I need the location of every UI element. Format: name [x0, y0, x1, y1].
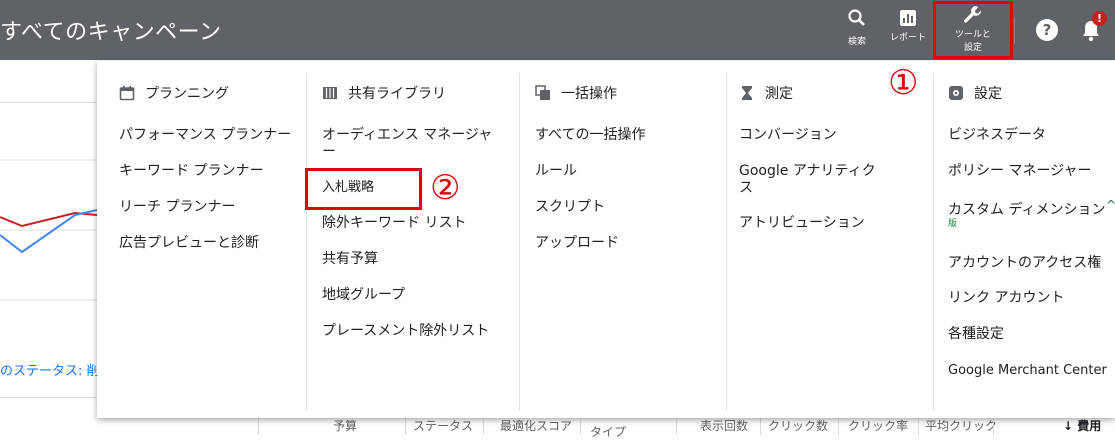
th-cost[interactable]: ↓ 費用	[1063, 417, 1101, 434]
menu-item-google-merchant-center[interactable]: Google Merchant Center	[948, 362, 1107, 379]
measurement-heading-label: 測定	[765, 86, 793, 102]
menu-item-performance-planner[interactable]: パフォーマンス プランナー	[119, 127, 291, 144]
bulk-copy-icon	[535, 85, 550, 100]
search-label: 検索	[847, 37, 866, 47]
reports-button[interactable]: レポート	[885, 0, 931, 60]
library-grid-icon	[323, 87, 337, 99]
menu-item-ad-preview-diagnosis[interactable]: 広告プレビューと診断	[119, 235, 259, 252]
menu-item-scripts[interactable]: スクリプト	[535, 199, 605, 216]
status-link[interactable]: のステータス: 削	[0, 360, 100, 379]
step-one-annotation: ①	[888, 63, 919, 103]
menu-item-attribution[interactable]: アトリビューション	[739, 215, 865, 232]
menu-item-google-analytics-wrap[interactable]: ス	[739, 180, 753, 197]
menu-item-shared-budgets[interactable]: 共有予算	[322, 251, 378, 268]
planning-heading: プランニング	[119, 83, 229, 103]
menu-item-custom-dimensions[interactable]: カスタム ディメンション	[948, 202, 1105, 219]
reports-icon	[900, 10, 916, 26]
settings-heading: 設定	[948, 83, 1002, 103]
menu-item-audience-manager-wrap[interactable]: ー	[322, 144, 336, 161]
background-divider	[0, 397, 97, 398]
bulk-actions-heading: 一括操作	[535, 83, 617, 103]
th-impressions[interactable]: 表示回数	[700, 417, 748, 434]
hourglass-icon	[742, 86, 752, 100]
menu-item-audience-manager[interactable]: オーディエンス マネージャ	[322, 127, 492, 144]
help-icon: ?	[1042, 21, 1052, 39]
beta-arrow-icon: ^	[1106, 198, 1115, 212]
step-two-annotation: ②	[430, 168, 461, 208]
settings-heading-label: 設定	[974, 86, 1002, 102]
menu-column-shared-library: 共有ライブラリ オーディエンス マネージャ ー 入札戦略 除外キーワード リスト…	[307, 61, 519, 411]
tools-highlight-box	[933, 1, 1013, 59]
menu-item-all-bulk-actions[interactable]: すべての一括操作	[535, 127, 645, 144]
menu-item-preferences[interactable]: 各種設定	[948, 326, 1004, 343]
menu-item-policy-manager[interactable]: ポリシー マネージャー	[948, 163, 1091, 180]
menu-column-measurement: 測定 コンバージョン Google アナリティク ス アトリビューション	[727, 61, 933, 411]
topbar-divider	[1014, 18, 1015, 44]
menu-item-uploads[interactable]: アップロード	[535, 235, 619, 252]
th-optimization-score[interactable]: 最適化スコア	[500, 417, 572, 434]
menu-item-account-access[interactable]: アカウントのアクセス権	[948, 255, 1101, 272]
planning-heading-label: プランニング	[145, 86, 229, 102]
menu-item-negative-keyword-lists[interactable]: 除外キーワード リスト	[322, 215, 466, 232]
gear-icon	[949, 86, 963, 100]
page-title: すべてのキャンペーン	[0, 20, 222, 45]
menu-item-linked-accounts[interactable]: リンク アカウント	[948, 290, 1064, 307]
bulk-actions-heading-label: 一括操作	[561, 86, 617, 102]
notifications-button[interactable]: !	[1080, 11, 1107, 43]
custom-dimensions-badge: 版	[948, 219, 958, 229]
menu-item-conversions[interactable]: コンバージョン	[739, 127, 837, 144]
menu-column-planning: プランニング パフォーマンス プランナー キーワード プランナー リーチ プラン…	[97, 61, 306, 411]
menu-item-reach-planner[interactable]: リーチ プランナー	[119, 199, 235, 216]
series-red-line	[0, 211, 97, 228]
reports-label: レポート	[889, 33, 926, 43]
bid-strategies-highlight-box	[305, 168, 422, 210]
menu-item-placement-exclusion-lists[interactable]: プレースメント除外リスト	[322, 323, 489, 340]
menu-column-settings: 設定 ビジネスデータ ポリシー マネージャー カスタム ディメンション ^ 版 …	[934, 61, 1115, 411]
menu-item-rules[interactable]: ルール	[535, 163, 577, 180]
notification-badge: !	[1092, 11, 1107, 26]
menu-item-location-groups[interactable]: 地域グループ	[322, 287, 405, 304]
menu-item-keyword-planner[interactable]: キーワード プランナー	[119, 163, 263, 180]
help-button[interactable]: ?	[1036, 19, 1058, 41]
menu-item-business-data[interactable]: ビジネスデータ	[948, 127, 1046, 144]
th-ctr[interactable]: クリック率	[848, 417, 908, 434]
th-avg-cpc[interactable]: 平均クリック	[925, 417, 997, 434]
th-clicks[interactable]: クリック数	[768, 417, 828, 434]
shared-library-heading: 共有ライブラリ	[322, 83, 446, 103]
background-tab-strip	[0, 60, 97, 103]
shared-library-heading-label: 共有ライブラリ	[348, 86, 446, 102]
search-icon	[848, 9, 865, 26]
menu-column-bulk-actions: 一括操作 すべての一括操作 ルール スクリプト アップロード	[520, 61, 726, 411]
th-status[interactable]: ステータス	[413, 417, 473, 434]
tools-and-settings-menu: プランニング パフォーマンス プランナー キーワード プランナー リーチ プラン…	[97, 61, 1115, 418]
search-button[interactable]: 検索	[838, 0, 876, 60]
series-blue-line	[0, 209, 97, 254]
th-type[interactable]: タイプ	[590, 423, 626, 440]
measurement-heading: 測定	[739, 83, 793, 103]
performance-chart	[0, 159, 97, 371]
th-budget[interactable]: 予算	[333, 417, 357, 434]
menu-item-google-analytics[interactable]: Google アナリティク	[739, 163, 876, 180]
calendar-icon	[119, 85, 135, 101]
